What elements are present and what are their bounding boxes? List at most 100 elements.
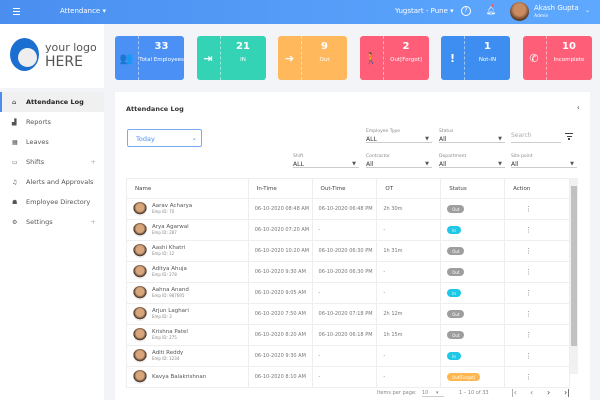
scrollbar-thumb[interactable] (571, 186, 577, 346)
table-row[interactable]: Aashi Khatri Emp ID: 12 06-10-2020 10:20 … (126, 240, 570, 262)
table-row[interactable]: Aditya Ahuja Emp ID: 278 06-10-2020 9:30 … (126, 261, 570, 283)
person-icon: ☗ (12, 198, 18, 206)
status-badge: Out (447, 331, 465, 339)
stat-value: 33 (154, 41, 169, 52)
chevron-down-icon[interactable]: ⌄ (585, 7, 590, 14)
module-dropdown[interactable]: Attendance ▾ (60, 7, 106, 15)
filter-department[interactable]: Department All ▼ (439, 154, 505, 168)
filter-employee-type[interactable]: Employee Type ALL ▼ (366, 129, 432, 143)
more-actions-icon[interactable]: ⋮ (511, 247, 532, 255)
page-range: 1 – 10 of 33 (459, 390, 489, 396)
sidebar-item-settings[interactable]: ⚙ Settings + (0, 212, 104, 232)
filter-status[interactable]: Status All ▼ (439, 129, 505, 143)
items-per-page-select[interactable]: 10 ▾ (422, 390, 444, 397)
stat-card-in[interactable]: ⇥ 21 IN (196, 36, 266, 80)
sign-in-icon: ⇥ (197, 36, 221, 80)
stat-card-incomplete[interactable]: ✆ 10 Incomplete (522, 36, 592, 80)
logo-text: your logo (45, 41, 97, 54)
search-input[interactable]: Search (511, 132, 561, 143)
more-actions-icon[interactable]: ⋮ (511, 289, 532, 297)
first-page-button[interactable]: |‹ (511, 388, 517, 397)
items-per-page-label: Items per page: (377, 390, 417, 396)
sidebar-item-label: Employee Directory (26, 198, 91, 206)
hamburger-menu-icon[interactable] (13, 8, 20, 15)
stat-card-total-employees[interactable]: 👥 33 Total Employees (115, 36, 184, 80)
status-badge: In (447, 226, 461, 234)
table-row[interactable]: Arya Agarwal Emp ID: 287 06-10-2020 07:20… (126, 219, 570, 241)
out-time: 06-10-2020 06:18 PM (311, 324, 378, 346)
sidebar-item-attendance-log[interactable]: ⌂ Attendance Log (0, 92, 104, 112)
table-row[interactable]: Aditi Reddy Emp ID: 1234 06-10-2020 9:30 … (126, 345, 570, 367)
overtime: - (376, 282, 442, 304)
stat-card-not-in[interactable]: ! 1 Not-IN (441, 36, 510, 80)
sidebar-item-shifts[interactable]: ▭ Shifts + (0, 152, 104, 172)
out-time: - (311, 345, 378, 367)
caret-down-icon: ▼ (352, 161, 356, 167)
filter-contractor[interactable]: Contractor All ▼ (366, 154, 432, 168)
stat-card-out[interactable]: ➔ 9 Out (278, 36, 347, 80)
column-header: Status (440, 178, 506, 199)
panel-title: Attendance Log (126, 105, 184, 113)
prev-page-button[interactable]: ‹ (530, 388, 533, 397)
more-actions-icon[interactable]: ⋮ (511, 352, 532, 360)
more-actions-icon[interactable]: ⋮ (511, 310, 532, 318)
out-time: - (311, 282, 378, 304)
more-actions-icon[interactable]: ⋮ (511, 226, 532, 234)
filter-icon[interactable] (565, 133, 573, 141)
employee-id: Emp ID: 278 (152, 272, 177, 277)
gear-icon: ⚙ (12, 218, 18, 226)
more-actions-icon[interactable]: ⋮ (511, 373, 532, 381)
stat-card-out-forgot-[interactable]: 🚶 2 Out[Forgot] (359, 36, 429, 80)
table-row[interactable]: Krishna Patel Emp ID: 275 06-10-2020 8:20… (126, 324, 570, 346)
in-time: 06-10-2020 07:20 AM (247, 219, 313, 241)
table-scrollbar[interactable] (570, 178, 578, 374)
stat-label: Total Employees (139, 57, 184, 63)
avatar (133, 370, 147, 384)
table-row[interactable]: Kavya Balakrishnan 06-10-2020 8:10 AM - … (126, 366, 570, 388)
in-time: 06-10-2020 10:20 AM (247, 240, 313, 262)
location-dropdown[interactable]: Yugstart - Pune ▾ (395, 7, 454, 15)
chevron-down-icon: ⌄ (191, 134, 197, 142)
stat-label: IN (240, 57, 246, 63)
overtime: - (376, 261, 442, 283)
attendance-table: Name In-Time Out-Time OT Status Action Aarav … (126, 178, 570, 388)
filter-site-point[interactable]: Site point All ▼ (511, 154, 577, 168)
sign-out-icon: ➔ (278, 36, 302, 80)
status-badge: In (447, 352, 461, 360)
stat-value: 2 (402, 41, 410, 52)
sidebar-item-label: Leaves (26, 138, 49, 146)
walking-icon: 🚶 (360, 36, 384, 80)
status-badge: Out (447, 268, 465, 276)
overtime: - (376, 366, 442, 388)
last-page-button[interactable]: ›| (564, 388, 570, 397)
filter-shift[interactable]: Shift ALL ▼ (293, 154, 359, 168)
date-range-select[interactable]: Today ⌄ (127, 129, 202, 147)
more-actions-icon[interactable]: ⋮ (511, 205, 532, 213)
avatar (133, 286, 147, 300)
top-bar: Attendance ▾ Yugstart - Pune ▾ ? 🔔︎ Akas… (0, 0, 600, 24)
more-actions-icon[interactable]: ⋮ (511, 331, 532, 339)
caret-down-icon: ▼ (570, 161, 574, 167)
status-badge: Out (447, 205, 465, 213)
sidebar: your logo HERE ⌂ Attendance Log ▟ Reports ▦ L… (0, 24, 104, 400)
overtime: 1h 31m (376, 240, 442, 262)
logo-mark (10, 38, 39, 71)
more-actions-icon[interactable]: ⋮ (511, 268, 532, 276)
sidebar-item-employee-directory[interactable]: ☗ Employee Directory (0, 192, 104, 212)
user-avatar[interactable] (510, 2, 529, 21)
sidebar-item-leaves[interactable]: ▦ Leaves (0, 132, 104, 152)
help-icon[interactable]: ? (461, 6, 471, 16)
expand-plus-icon[interactable]: + (91, 218, 96, 226)
table-row[interactable]: Aarav Acharya Emp ID: 70 06-10-2020 08:48… (126, 198, 570, 220)
user-name[interactable]: Akash Gupta (534, 4, 579, 12)
sidebar-item-reports[interactable]: ▟ Reports (0, 112, 104, 132)
table-row[interactable]: Arjun Laghari Emp ID: 3 06-10-2020 7:50 A… (126, 303, 570, 325)
notification-bell-icon[interactable]: 🔔︎ (486, 6, 496, 15)
sidebar-item-alerts-and-approvals[interactable]: ♫ Alerts and Approvals (0, 172, 104, 192)
caret-down-icon: ▼ (498, 136, 502, 142)
next-page-button[interactable]: › (547, 388, 550, 397)
expand-plus-icon[interactable]: + (91, 158, 96, 166)
out-time: 06-10-2020 06:30 PM (311, 261, 378, 283)
collapse-chevron-icon[interactable]: ‹ (577, 103, 580, 112)
table-row[interactable]: Aahna Anand Emp ID: 987695 06-10-2020 9:0… (126, 282, 570, 304)
